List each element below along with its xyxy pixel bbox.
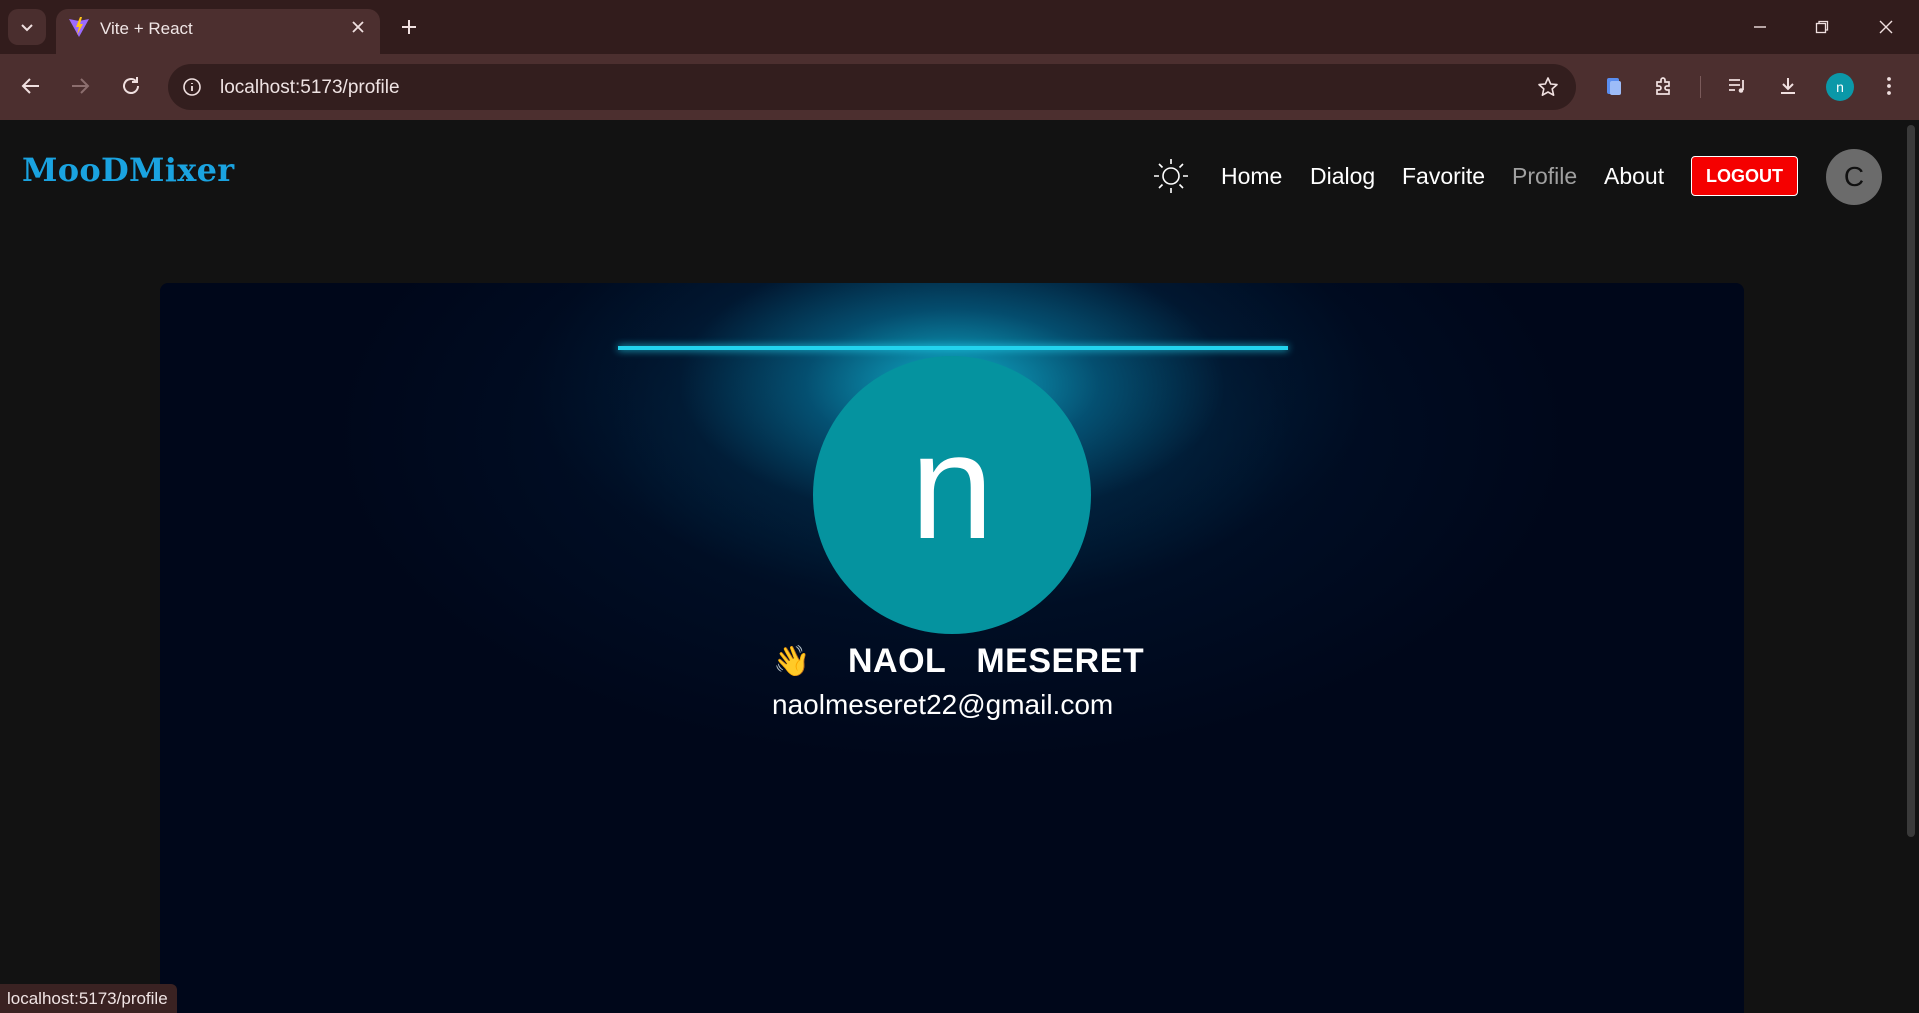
tab-title: Vite + React [100, 19, 193, 38]
nav-link-home[interactable]: Home [1221, 163, 1282, 190]
tab-search-button[interactable] [8, 9, 46, 45]
minimize-icon[interactable] [1747, 14, 1773, 40]
close-window-icon[interactable] [1873, 14, 1899, 40]
google-docs-extension-icon[interactable] [1599, 71, 1629, 101]
profile-last-name: MESERET [976, 641, 1145, 680]
user-avatar[interactable]: C [1826, 149, 1882, 205]
browser-tab[interactable]: Vite + React [56, 9, 380, 54]
nav-link-about[interactable]: About [1604, 163, 1664, 190]
waving-hand-icon: 👋 [773, 644, 811, 678]
status-bar-url: localhost:5173/profile [0, 984, 177, 1013]
bookmark-star-icon[interactable] [1536, 75, 1560, 99]
tab-close-icon[interactable] [348, 17, 368, 37]
more-menu-icon[interactable] [1874, 71, 1904, 101]
profile-avatar-initial: n [910, 402, 994, 570]
download-icon[interactable] [1773, 71, 1803, 101]
url-text[interactable]: localhost:5173/profile [220, 77, 400, 99]
profile-name-row: 👋 NAOL MESERET [772, 639, 1144, 683]
extensions-puzzle-icon[interactable] [1649, 71, 1679, 101]
nav-link-profile[interactable]: Profile [1512, 163, 1577, 190]
media-controls-icon[interactable] [1722, 71, 1752, 101]
reload-icon[interactable] [116, 71, 146, 101]
profile-email: naolmeseret22@gmail.com [772, 689, 1114, 720]
browser-toolbar: localhost:5173/profile n [0, 54, 1919, 120]
browser-tabstrip: Vite + React [0, 0, 1919, 54]
app-logo[interactable]: MooDMixer [22, 151, 234, 189]
scrollbar-thumb[interactable] [1907, 125, 1915, 837]
forward-icon[interactable] [65, 71, 95, 101]
profile-first-name: NAOL [848, 641, 947, 680]
logout-button[interactable]: LOGOUT [1691, 156, 1798, 196]
profile-avatar: n [813, 356, 1091, 634]
nav-link-dialog[interactable]: Dialog [1310, 163, 1375, 190]
lamp-bar [618, 346, 1288, 350]
toolbar-separator [1700, 76, 1701, 98]
page-viewport: MooDMixer Home Dialog Favorite Profile A… [0, 121, 1902, 1013]
new-tab-icon[interactable] [396, 14, 422, 40]
chevron-down-icon [21, 24, 33, 32]
page-scrollbar[interactable] [1902, 121, 1919, 1013]
theme-toggle-sun-icon[interactable] [1152, 157, 1190, 195]
address-bar[interactable]: localhost:5173/profile [168, 64, 1576, 110]
nav-link-favorite[interactable]: Favorite [1402, 163, 1485, 190]
restore-icon[interactable] [1809, 14, 1835, 40]
site-info-icon[interactable] [180, 75, 204, 99]
profile-card: n 👋 NAOL MESERET naolmeseret22@gmail.com [160, 283, 1744, 1013]
vite-favicon-icon [69, 17, 89, 37]
back-icon[interactable] [16, 71, 46, 101]
browser-profile-avatar[interactable]: n [1826, 73, 1854, 101]
